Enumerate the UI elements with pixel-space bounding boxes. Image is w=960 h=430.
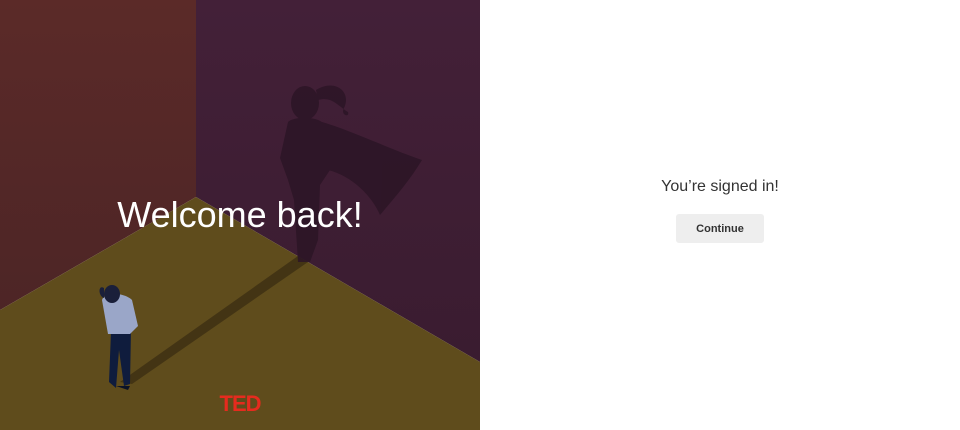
- ted-logo: TED: [219, 391, 262, 416]
- signed-in-message: You’re signed in!: [661, 178, 779, 195]
- welcome-heading: Welcome back!: [117, 194, 363, 235]
- welcome-illustration-panel: Welcome back! TED: [0, 0, 480, 430]
- sign-in-confirmation-page: Welcome back! TED You’re signed in! Cont…: [0, 0, 960, 430]
- continue-button[interactable]: Continue: [676, 214, 764, 243]
- sign-in-status-panel: You’re signed in! Continue: [480, 0, 960, 430]
